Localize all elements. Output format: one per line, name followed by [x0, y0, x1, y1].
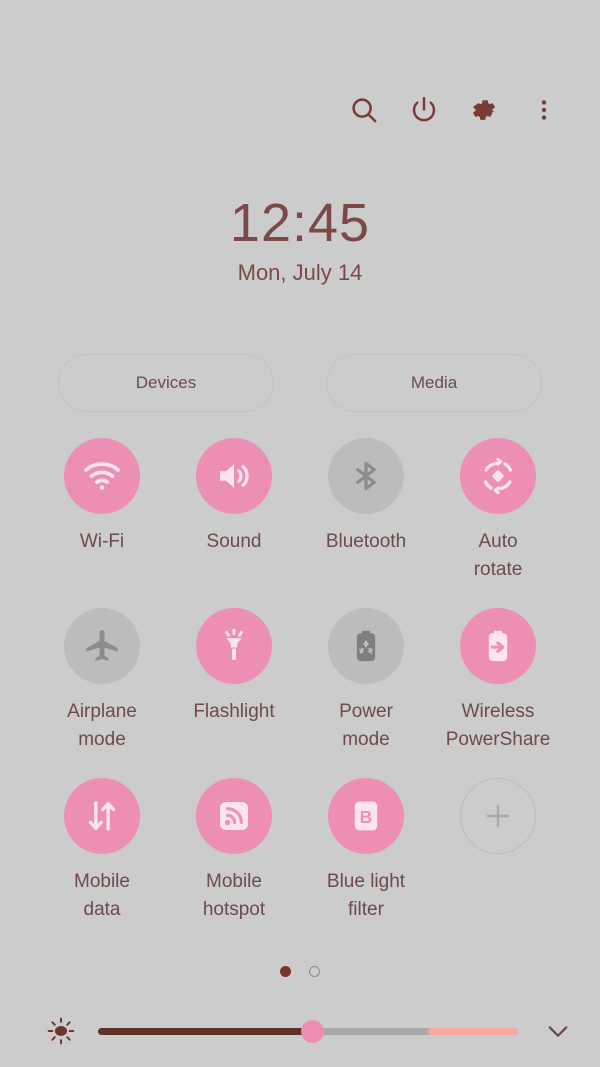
- toggle-auto-rotate-bubble[interactable]: [460, 438, 536, 514]
- brightness-track-fill: [98, 1028, 316, 1035]
- more-vert-icon[interactable]: [526, 92, 562, 128]
- add-tile-button[interactable]: [432, 778, 564, 928]
- toggle-wifi[interactable]: Wi-Fi: [36, 438, 168, 588]
- auto-rotate-icon: [483, 457, 513, 495]
- toggle-mobile-hotspot-bubble[interactable]: [196, 778, 272, 854]
- search-icon[interactable]: [346, 92, 382, 128]
- brightness-slider[interactable]: [98, 1019, 518, 1043]
- toggle-airplane-mode-label: Airplane mode: [67, 701, 137, 751]
- clock-time[interactable]: 12:45: [0, 195, 600, 252]
- toggle-auto-rotate[interactable]: Auto rotate: [432, 438, 564, 588]
- quick-settings-panel: 12:45 Mon, July 14 Devices Media Wi-Fi S…: [0, 0, 600, 1067]
- top-action-bar: [346, 92, 562, 128]
- toggle-wifi-label: Wi-Fi: [79, 531, 125, 552]
- media-label: Media: [410, 373, 458, 392]
- flashlight-icon: [225, 628, 243, 660]
- toggle-mobile-data[interactable]: Mobile data: [36, 778, 168, 928]
- devices-label: Devices: [135, 373, 197, 392]
- toggle-flashlight[interactable]: Flashlight: [168, 608, 300, 758]
- toggle-wifi-bubble[interactable]: [64, 438, 140, 514]
- power-share-icon: [488, 630, 508, 662]
- clock-block: 12:45 Mon, July 14: [0, 195, 600, 286]
- quick-toggle-grid: Wi-Fi Sound Bluetooth Auto rotate Airpla…: [36, 438, 564, 928]
- toggle-mobile-hotspot-label: Mobile hotspot: [202, 871, 266, 921]
- toggle-bluetooth[interactable]: Bluetooth: [300, 438, 432, 588]
- toggle-auto-rotate-label: Auto rotate: [473, 531, 523, 581]
- toggle-wireless-powershare[interactable]: Wireless PowerShare: [432, 608, 564, 758]
- sound-icon: [220, 464, 249, 488]
- chevron-down-icon[interactable]: [540, 1013, 576, 1049]
- toggle-mobile-data-bubble[interactable]: [64, 778, 140, 854]
- mobile-data-icon: [88, 801, 116, 831]
- media-button[interactable]: Media: [326, 354, 542, 412]
- svg-text:B: B: [360, 807, 373, 827]
- devices-button[interactable]: Devices: [58, 354, 274, 412]
- toggle-bluetooth-bubble[interactable]: [328, 438, 404, 514]
- clock-date: Mon, July 14: [237, 259, 363, 285]
- toggle-sound-label: Sound: [206, 531, 262, 552]
- toggle-mobile-data-label: Mobile data: [74, 871, 130, 921]
- brightness-row: [0, 1008, 600, 1054]
- toggle-sound[interactable]: Sound: [168, 438, 300, 588]
- shortcut-pill-row: Devices Media: [58, 354, 542, 412]
- brightness-sun-icon[interactable]: [38, 1008, 84, 1054]
- wifi-icon: [84, 462, 120, 490]
- page-dot-2[interactable]: [309, 966, 320, 977]
- toggle-power-mode-bubble[interactable]: [328, 608, 404, 684]
- airplane-icon: [86, 630, 118, 661]
- brightness-track-tail: [428, 1028, 518, 1035]
- toggle-power-mode[interactable]: Power mode: [300, 608, 432, 758]
- gear-icon[interactable]: [466, 92, 502, 128]
- blue-light-icon: B: [354, 801, 378, 831]
- brightness-thumb[interactable]: [301, 1020, 324, 1043]
- bluetooth-icon: [356, 461, 376, 491]
- toggle-blue-light-filter-label: Blue light filter: [326, 871, 406, 921]
- page-indicator: [0, 966, 600, 977]
- toggle-power-mode-label: Power mode: [339, 701, 393, 751]
- hotspot-icon: [220, 802, 248, 830]
- add-tile-bubble[interactable]: [460, 778, 536, 854]
- sun-glyph: [47, 1017, 75, 1045]
- toggle-flashlight-label: Flashlight: [193, 701, 275, 722]
- toggle-blue-light-filter[interactable]: B Blue light filter: [300, 778, 432, 928]
- toggle-bluetooth-label: Bluetooth: [325, 531, 407, 552]
- page-dot-1[interactable]: [280, 966, 291, 977]
- toggle-flashlight-bubble[interactable]: [196, 608, 272, 684]
- toggle-wireless-powershare-bubble[interactable]: [460, 608, 536, 684]
- toggle-blue-light-filter-bubble[interactable]: B: [328, 778, 404, 854]
- toggle-mobile-hotspot[interactable]: Mobile hotspot: [168, 778, 300, 928]
- toggle-wireless-powershare-label: Wireless PowerShare: [445, 701, 551, 751]
- toggle-sound-bubble[interactable]: [196, 438, 272, 514]
- toggle-airplane-mode[interactable]: Airplane mode: [36, 608, 168, 758]
- power-icon[interactable]: [406, 92, 442, 128]
- plus-icon: [486, 804, 510, 828]
- toggle-airplane-mode-bubble[interactable]: [64, 608, 140, 684]
- power-mode-icon: [356, 630, 376, 662]
